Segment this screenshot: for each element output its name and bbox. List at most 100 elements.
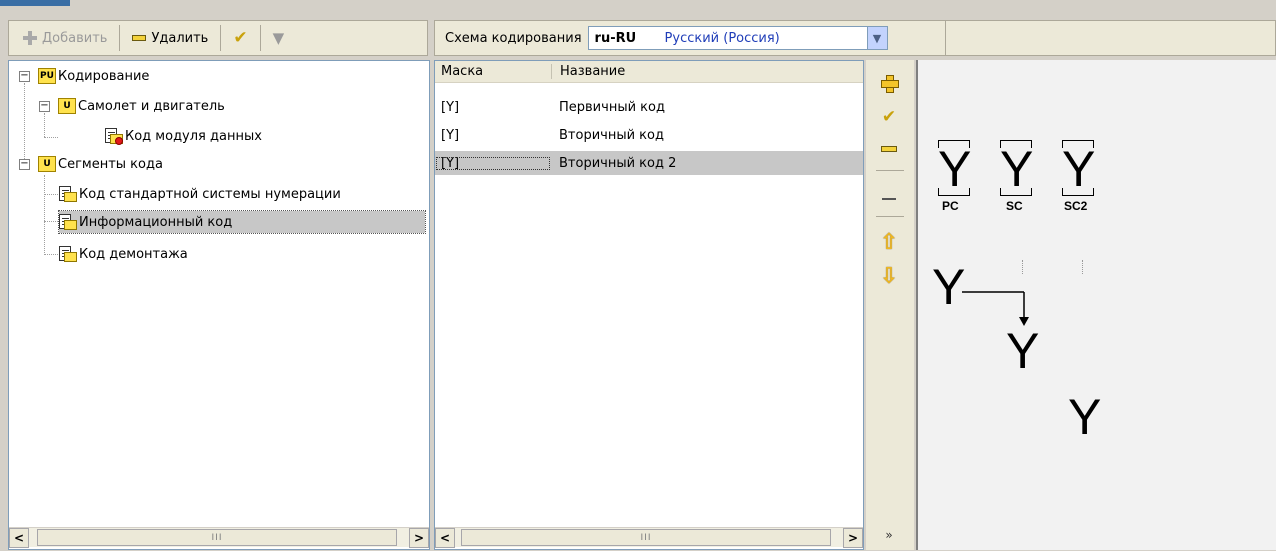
code-preview: Y Y Y PC SC SC2 Y Y Y [916,60,1276,550]
list-horizontal-scrollbar[interactable]: < III > [435,527,863,548]
list-row-selected[interactable]: [Y] Вторичный код 2 [435,151,863,175]
window-accent [0,0,70,6]
chevron-double-down-icon: » [885,528,893,542]
filter-icon: ▼ [272,29,285,47]
tree-connector [44,221,58,222]
scheme-select[interactable]: ru-RU Русский (Россия) ▼ [587,26,888,50]
scroll-right-button[interactable]: > [409,528,429,548]
delete-button-label: Удалить [151,30,209,46]
preview-glyph: Y [1006,323,1040,379]
action-separator [876,216,904,217]
row-mask: [Y] [435,156,551,171]
tree-item-info-code[interactable]: Информационный код [58,210,426,234]
row-name: Вторичный код [559,127,664,143]
tree-connector [24,83,25,163]
toolbar-separator [119,25,121,51]
minus-icon [881,146,897,152]
scroll-track[interactable]: III [29,528,409,547]
folder-icon: PU [38,68,56,84]
folder-icon: U [58,98,76,114]
scroll-grip: III [211,532,223,543]
scheme-toolbar: Схема кодирования ru-RU Русский (Россия)… [434,20,1276,56]
toolbar-separator [945,21,946,55]
scheme-code: ru-RU [594,30,637,46]
folder-icon: U [38,156,56,172]
scroll-track[interactable]: III [455,528,843,547]
add-button-label: Добавить [42,30,108,46]
plus-icon [881,75,899,93]
tree-item-dm-code[interactable]: Код модуля данных [105,125,262,147]
list-row[interactable]: [Y] Первичный код [435,95,863,119]
delete-button[interactable]: Удалить [124,23,216,53]
segment-actions: ✔ ⇧ ⇩ » [866,60,914,550]
row-name: Вторичный код 2 [559,155,677,171]
dash-icon [882,198,896,200]
row-name: Первичный код [559,99,665,115]
tree-item-coding[interactable]: − PU Кодирование [19,65,149,87]
toolbar-separator [259,25,261,51]
tree-item-label: Код модуля данных [125,128,262,144]
tree-item-label: Код стандартной системы нумерации [79,186,341,202]
scroll-left-button[interactable]: < [9,528,29,548]
tree-item-disassembly[interactable]: Код демонтажа [59,243,188,265]
tree-connector [44,175,45,255]
validate-segment-button[interactable]: ✔ [878,106,900,128]
tree-item-code-segments[interactable]: − U Сегменты кода [19,153,163,175]
tree-horizontal-scrollbar[interactable]: < III > [9,527,429,548]
scroll-right-button[interactable]: > [843,528,863,548]
tree-toolbar: Добавить Удалить ✔ ▼ [8,20,428,56]
add-segment-button[interactable] [878,72,900,94]
tree-item-label: Самолет и двигатель [78,98,225,114]
minus-icon [132,35,147,41]
segment-list: Маска Название [Y] Первичный код [Y] Вто… [434,60,864,550]
scheme-label: Схема кодирования [445,30,582,46]
move-down-button[interactable]: ⇩ [878,266,900,288]
scroll-grip: III [640,532,652,543]
arrow-up-icon: ⇧ [879,230,899,255]
move-up-button[interactable]: ⇧ [878,232,900,254]
tree-item-label: Сегменты кода [58,156,163,172]
column-header-mask[interactable]: Маска [435,64,551,79]
collapse-icon[interactable]: − [19,70,30,82]
list-row[interactable]: [Y] Вторичный код [435,123,863,147]
tree-panel: − PU Кодирование − U Самолет и двигатель… [8,60,430,550]
filter-button[interactable]: ▼ [265,23,293,53]
tree-connector [44,137,58,138]
toolbar-separator [220,25,222,51]
column-header-name[interactable]: Название [551,64,625,79]
row-mask: [Y] [441,99,460,115]
document-icon [59,245,77,263]
scroll-thumb[interactable]: III [461,529,831,546]
scroll-thumb[interactable]: III [37,529,397,546]
hierarchy-arrow [962,291,1029,326]
arrow-down-icon: ⇩ [879,264,899,289]
tree-item-aircraft-engine[interactable]: − U Самолет и двигатель [39,95,225,117]
check-icon: ✔ [233,28,248,48]
tree-connector [44,194,58,195]
tree-item-snc[interactable]: Код стандартной системы нумерации [59,183,341,205]
row-mask: [Y] [441,127,460,143]
list-header: Маска Название [435,61,863,83]
scheme-language: Русский (Россия) [664,30,780,46]
preview-glyph: Y [1068,389,1102,445]
collapse-icon[interactable]: − [39,100,50,112]
plus-icon [23,31,37,45]
delete-segment-button[interactable] [878,138,900,160]
tree-item-label: Код демонтажа [79,246,188,262]
add-button[interactable]: Добавить [15,23,115,53]
validate-button[interactable]: ✔ [225,23,255,53]
more-button[interactable]: » [878,524,900,546]
tree-connector [44,254,58,255]
document-error-icon [105,127,123,145]
top-strip [0,0,1276,18]
collapse-icon[interactable]: − [19,158,30,170]
tree-item-label: Информационный код [79,214,233,230]
separator-button[interactable] [878,188,900,210]
chevron-down-icon[interactable]: ▼ [866,27,887,49]
check-icon: ✔ [881,107,897,127]
scroll-left-button[interactable]: < [435,528,455,548]
document-icon [59,213,77,231]
document-icon [59,185,77,203]
tree-item-label: Кодирование [58,68,150,84]
action-separator [876,170,904,171]
